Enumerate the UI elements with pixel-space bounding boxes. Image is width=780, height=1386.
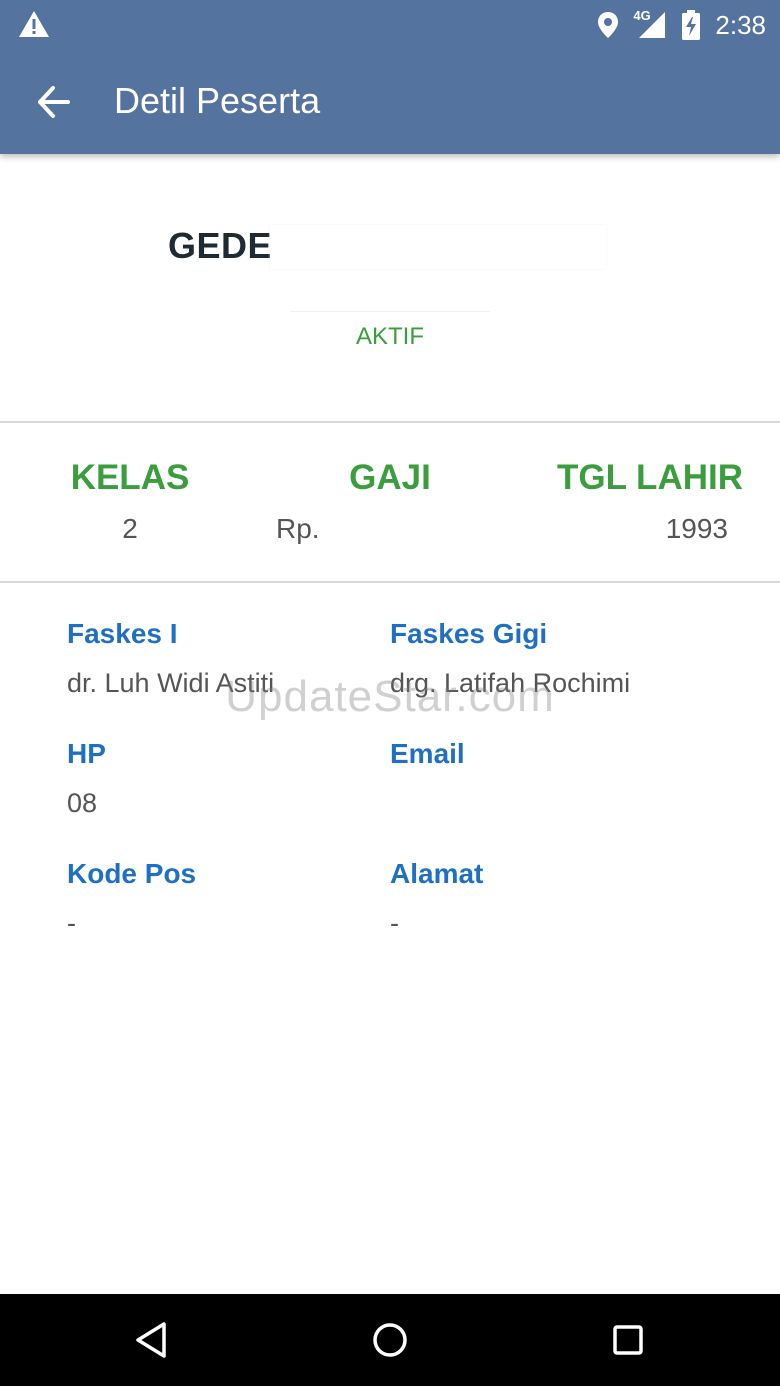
field-kode-pos: Kode Pos - — [67, 856, 196, 940]
stats-row: KELAS 2 GAJI Rp. TGL LAHIR 1993 — [0, 456, 780, 556]
redaction-mask — [290, 286, 490, 312]
stat-value: 2 — [122, 513, 138, 544]
participant-name-text: GEDE — [167, 225, 273, 266]
app-bar: Detil Peserta — [0, 50, 780, 154]
field-alamat: Alamat - — [390, 856, 483, 940]
redaction-mask — [269, 225, 606, 269]
arrow-back-icon[interactable] — [32, 80, 76, 124]
stat-label: TGL LAHIR — [556, 458, 743, 497]
status-bar: 4G 2:38 — [0, 0, 780, 50]
field-label: Faskes Gigi — [390, 618, 548, 649]
stat-gaji: GAJI Rp. — [260, 456, 520, 546]
participant-name-row: GEDE — [0, 225, 780, 269]
participant-name: GEDE — [167, 225, 612, 269]
stat-value-text: Rp. — [276, 513, 320, 544]
battery-charging-icon — [682, 10, 701, 40]
clock: 2:38 — [715, 9, 766, 40]
stat-kelas: KELAS 2 — [0, 456, 260, 546]
field-email: Email — [390, 736, 465, 786]
stat-label: GAJI — [349, 458, 431, 497]
divider — [0, 581, 780, 583]
divider — [0, 421, 780, 423]
field-label: Faskes I — [67, 618, 178, 649]
stat-label: KELAS — [70, 458, 190, 497]
field-label: Email — [390, 738, 465, 769]
stat-value: Rp. — [260, 512, 520, 546]
field-value: - — [390, 908, 399, 938]
field-label: HP — [67, 738, 106, 769]
signal-icon: 4G — [633, 8, 667, 40]
field-label: Kode Pos — [67, 858, 197, 889]
warning-icon — [19, 11, 49, 37]
field-value: drg. Latifah Rochimi — [390, 668, 631, 698]
stat-value: 1993 — [520, 512, 780, 546]
field-value: dr. Luh Widi Astiti — [67, 668, 275, 698]
field-label: Alamat — [390, 858, 484, 889]
field-hp: HP 08 — [67, 736, 106, 820]
location-icon — [598, 12, 619, 38]
field-faskes-1: Faskes I dr. Luh Widi Astiti — [67, 616, 274, 700]
navigation-bar — [0, 1294, 780, 1386]
stat-value-text: 1993 — [665, 513, 728, 544]
page-title: Detil Peserta — [114, 80, 321, 121]
back-triangle-icon[interactable] — [128, 1316, 176, 1364]
stat-tgl-lahir: TGL LAHIR 1993 — [520, 456, 780, 546]
field-faskes-gigi: Faskes Gigi drg. Latifah Rochimi — [390, 616, 630, 700]
field-value: - — [67, 908, 76, 938]
recents-square-icon[interactable] — [604, 1316, 652, 1364]
status-icons: 4G 2:38 — [597, 6, 766, 44]
home-circle-icon[interactable] — [366, 1316, 414, 1364]
status-badge: AKTIF — [355, 323, 424, 350]
field-value: 08 — [67, 788, 98, 818]
top-bar: 4G 2:38 Detil Peserta — [0, 0, 780, 154]
